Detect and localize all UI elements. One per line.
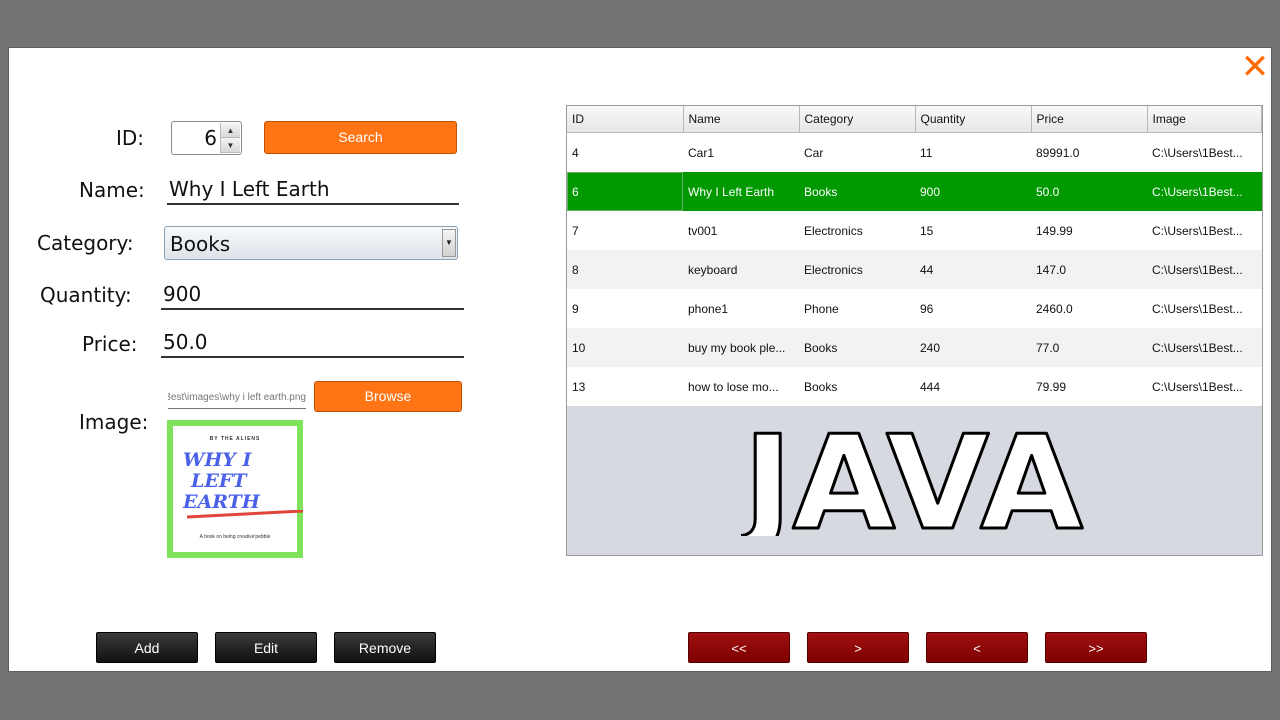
spinner-arrows[interactable]: ▲ ▼ xyxy=(220,123,240,153)
table-row[interactable]: 4 Car1 Car 11 89991.0 C:\Users\1Best... xyxy=(567,132,1262,172)
red-underline xyxy=(187,510,303,519)
chevron-down-icon[interactable]: ▼ xyxy=(442,229,456,257)
book-title-line: WHY I xyxy=(183,449,252,471)
column-header[interactable]: Name xyxy=(683,106,800,133)
table-cell[interactable]: 11 xyxy=(915,132,1031,172)
table-cell[interactable]: 149.99 xyxy=(1031,211,1147,250)
column-header[interactable]: ID xyxy=(567,106,684,133)
category-label: Category: xyxy=(37,231,134,255)
table-cell[interactable]: keyboard xyxy=(683,250,799,289)
table-cell[interactable]: 96 xyxy=(915,289,1031,328)
search-button[interactable]: Search xyxy=(264,121,457,154)
table-cell[interactable]: phone1 xyxy=(683,289,799,328)
table-cell[interactable]: C:\Users\1Best... xyxy=(1147,132,1262,172)
price-input[interactable] xyxy=(161,327,464,358)
table-cell[interactable]: 7 xyxy=(567,211,683,250)
table-cell[interactable]: Car1 xyxy=(683,132,799,172)
book-title-line: LEFT xyxy=(191,470,247,492)
spinner-up-icon[interactable]: ▲ xyxy=(221,123,240,138)
first-record-button[interactable]: << xyxy=(688,632,790,663)
table-cell[interactable]: C:\Users\1Best... xyxy=(1147,289,1262,328)
edit-button[interactable]: Edit xyxy=(215,632,317,663)
table-row[interactable]: 9 phone1 Phone 96 2460.0 C:\Users\1Best.… xyxy=(567,289,1262,328)
close-icon[interactable]: ✕ xyxy=(1240,50,1270,84)
table-cell[interactable]: Books xyxy=(799,172,915,211)
name-input[interactable] xyxy=(167,174,459,205)
quantity-input[interactable] xyxy=(161,279,464,310)
table-cell[interactable]: 900 xyxy=(915,172,1031,211)
table-cell[interactable]: C:\Users\1Best... xyxy=(1147,250,1262,289)
table-cell[interactable]: 8 xyxy=(567,250,683,289)
price-label: Price: xyxy=(82,332,138,356)
book-cover-image: BY THE ALIENS WHY I LEFT EARTH A book on… xyxy=(167,420,303,558)
add-button[interactable]: Add xyxy=(96,632,198,663)
column-header[interactable]: Image xyxy=(1147,106,1262,133)
table-cell[interactable]: 89991.0 xyxy=(1031,132,1147,172)
table-cell[interactable]: Phone xyxy=(799,289,915,328)
table-header-row: ID Name Category Quantity Price Image xyxy=(567,106,1262,133)
column-header[interactable]: Category xyxy=(799,106,916,133)
table-cell[interactable]: 15 xyxy=(915,211,1031,250)
browse-button[interactable]: Browse xyxy=(314,381,462,412)
spinner-down-icon[interactable]: ▼ xyxy=(221,138,240,153)
table-cell[interactable]: 10 xyxy=(567,328,683,367)
remove-button[interactable]: Remove xyxy=(334,632,436,663)
column-header[interactable]: Quantity xyxy=(915,106,1032,133)
last-record-button[interactable]: >> xyxy=(1045,632,1147,663)
id-value[interactable]: 6 xyxy=(204,126,217,150)
book-subtitle: A book on being creative'pebble xyxy=(199,534,271,540)
table-cell[interactable]: buy my book ple... xyxy=(683,328,799,367)
table-cell[interactable]: C:\Users\1Best... xyxy=(1147,172,1262,211)
table-cell[interactable]: 2460.0 xyxy=(1031,289,1147,328)
table-cell[interactable]: C:\Users\1Best... xyxy=(1147,367,1262,406)
table-row[interactable]: 7 tv001 Electronics 15 149.99 C:\Users\1… xyxy=(567,211,1262,250)
table-cell[interactable]: 9 xyxy=(567,289,683,328)
image-label: Image: xyxy=(79,410,149,434)
table-cell[interactable]: C:\Users\1Best... xyxy=(1147,328,1262,367)
table-row[interactable]: 8 keyboard Electronics 44 147.0 C:\Users… xyxy=(567,250,1262,289)
table-cell[interactable]: 444 xyxy=(915,367,1031,406)
table-row[interactable]: 13 how to lose mo... Books 444 79.99 C:\… xyxy=(567,367,1262,406)
table-cell[interactable]: Why I Left Earth xyxy=(683,172,799,211)
image-path-field[interactable]: C:\Users\1Best\images\why i left earth.p… xyxy=(168,392,306,409)
table-cell[interactable]: Books xyxy=(799,328,915,367)
table-row-selected[interactable]: 6 Why I Left Earth Books 900 50.0 C:\Use… xyxy=(567,172,1262,211)
previous-record-button[interactable]: < xyxy=(926,632,1028,663)
category-select[interactable]: Books ▼ xyxy=(164,226,458,260)
table-cell[interactable]: 147.0 xyxy=(1031,250,1147,289)
table-cell[interactable]: tv001 xyxy=(683,211,799,250)
table-cell[interactable]: 4 xyxy=(567,132,683,172)
table-cell[interactable]: C:\Users\1Best... xyxy=(1147,211,1262,250)
quantity-label: Quantity: xyxy=(40,283,132,307)
id-spinner[interactable]: 6 ▲ ▼ xyxy=(171,121,242,155)
name-label: Name: xyxy=(79,178,145,202)
book-title: WHY I LEFT EARTH xyxy=(183,450,260,513)
table-cell[interactable]: Books xyxy=(799,367,915,406)
table-cell[interactable]: 6 xyxy=(567,172,683,211)
table-cell[interactable]: 13 xyxy=(567,367,683,406)
table-cell[interactable]: Electronics xyxy=(799,211,915,250)
table-cell[interactable]: 79.99 xyxy=(1031,367,1147,406)
id-label: ID: xyxy=(116,126,145,150)
table-row[interactable]: 10 buy my book ple... Books 240 77.0 C:\… xyxy=(567,328,1262,367)
table-cell[interactable]: 240 xyxy=(915,328,1031,367)
table-cell[interactable]: Car xyxy=(799,132,915,172)
table-cell[interactable]: 77.0 xyxy=(1031,328,1147,367)
table-cell[interactable]: 44 xyxy=(915,250,1031,289)
book-byline: BY THE ALIENS xyxy=(209,436,261,442)
column-header[interactable]: Price xyxy=(1031,106,1148,133)
table-cell[interactable]: how to lose mo... xyxy=(683,367,799,406)
table-cell[interactable]: 50.0 xyxy=(1031,172,1147,211)
java-logo: JAVA xyxy=(741,420,1085,536)
table-cell[interactable]: Electronics xyxy=(799,250,915,289)
next-record-button[interactable]: > xyxy=(807,632,909,663)
category-selected-value: Books xyxy=(170,232,231,256)
java-logo-text: JAVA xyxy=(741,420,1083,536)
